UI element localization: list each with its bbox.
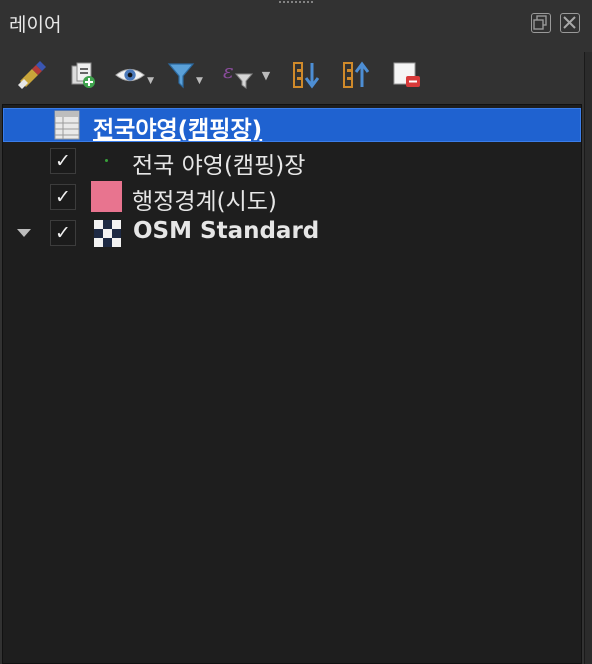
table-icon: [54, 110, 80, 140]
expand-all-button[interactable]: [290, 58, 324, 92]
layer-tree[interactable]: 전국야영(캠핑장) ✓ 전국 야영(캠핑)장 ✓ 행정경계(시도) ✓ OSM …: [2, 104, 582, 664]
layer-label: OSM Standard: [133, 218, 320, 244]
add-group-button[interactable]: [66, 58, 100, 92]
chevron-down-icon: ▼: [261, 68, 271, 82]
remove-layer-button[interactable]: [390, 58, 424, 92]
layer-row-admin-boundary[interactable]: ✓ 행정경계(시도): [3, 180, 581, 215]
close-icon: [563, 16, 576, 29]
filter-by-expression-button[interactable]: ε ▼: [216, 58, 276, 92]
float-icon: [533, 15, 547, 30]
style-manager-button[interactable]: [14, 58, 50, 92]
polygon-symbol: [91, 181, 122, 212]
layer-row-campsite-points[interactable]: ✓ 전국 야영(캠핑)장: [3, 144, 581, 179]
layer-label: 행정경계(시도): [132, 189, 277, 215]
layer-visibility-checkbox[interactable]: ✓: [50, 148, 76, 174]
manage-visibility-button[interactable]: ▼: [114, 58, 154, 92]
chevron-down-icon: ▼: [147, 76, 154, 86]
layer-label: 전국 야영(캠핑)장: [132, 153, 306, 179]
paintbrush-icon: [18, 61, 46, 89]
svg-text:ε: ε: [223, 60, 234, 83]
eye-icon: [115, 68, 145, 82]
layer-visibility-checkbox[interactable]: ✓: [50, 184, 76, 210]
float-panel-button[interactable]: [531, 13, 551, 33]
panel-title: 레이어: [9, 14, 62, 36]
raster-icon: [94, 220, 121, 247]
close-panel-button[interactable]: [560, 13, 580, 33]
collapse-all-button[interactable]: [340, 58, 374, 92]
collapse-all-icon: [343, 61, 370, 88]
layer-label: 전국야영(캠핑장): [93, 117, 263, 143]
layer-row-campsite-table[interactable]: 전국야영(캠핑장): [3, 108, 581, 143]
expand-caret-icon[interactable]: [17, 229, 31, 237]
layer-visibility-checkbox[interactable]: ✓: [50, 220, 76, 246]
filter-icon: [167, 63, 195, 89]
layer-row-osm-standard[interactable]: ✓ OSM Standard: [3, 216, 581, 250]
filter-legend-button[interactable]: ▼: [166, 58, 204, 92]
add-group-icon: [71, 62, 95, 88]
panel-titlebar: 레이어: [0, 0, 592, 48]
panel-edge: [584, 52, 592, 664]
remove-layer-icon: [393, 62, 420, 87]
chevron-down-icon: ▼: [196, 76, 203, 86]
layers-toolbar: ▼ ▼ ε ▼: [0, 52, 592, 98]
point-symbol: [105, 159, 108, 162]
expression-filter-icon: ε: [223, 60, 253, 89]
expand-all-icon: [293, 62, 320, 89]
